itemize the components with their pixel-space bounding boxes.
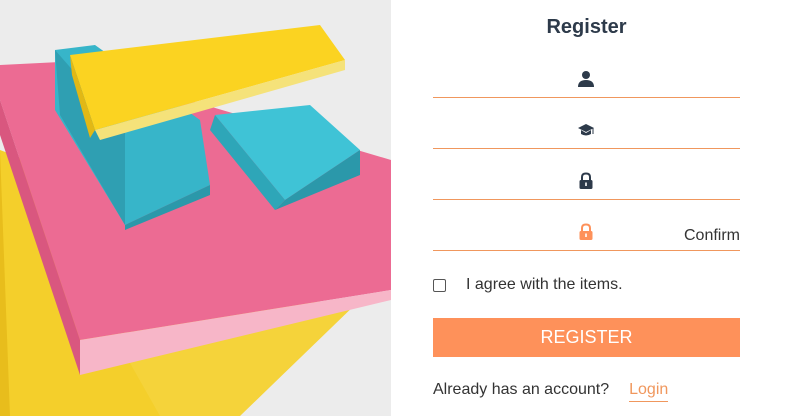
agree-label: I agree with the items. xyxy=(466,276,623,293)
agree-checkbox[interactable] xyxy=(433,278,446,292)
login-prompt-text: Already has an account? xyxy=(433,381,610,398)
school-field[interactable] xyxy=(433,115,740,149)
username-field[interactable] xyxy=(433,64,740,98)
school-input[interactable] xyxy=(433,115,740,148)
username-input[interactable] xyxy=(433,64,740,97)
register-button[interactable]: REGISTER xyxy=(433,318,740,357)
login-link[interactable]: Login xyxy=(629,381,669,402)
password-input[interactable] xyxy=(433,166,740,199)
confirm-password-field[interactable]: Confirm xyxy=(433,217,740,251)
agree-row: I agree with the items. xyxy=(433,275,623,295)
confirm-label: Confirm xyxy=(683,227,740,244)
login-prompt: Already has an account? Login xyxy=(433,381,669,402)
form-title: Register xyxy=(546,16,627,38)
password-field[interactable] xyxy=(433,166,740,200)
hero-image xyxy=(0,0,391,416)
